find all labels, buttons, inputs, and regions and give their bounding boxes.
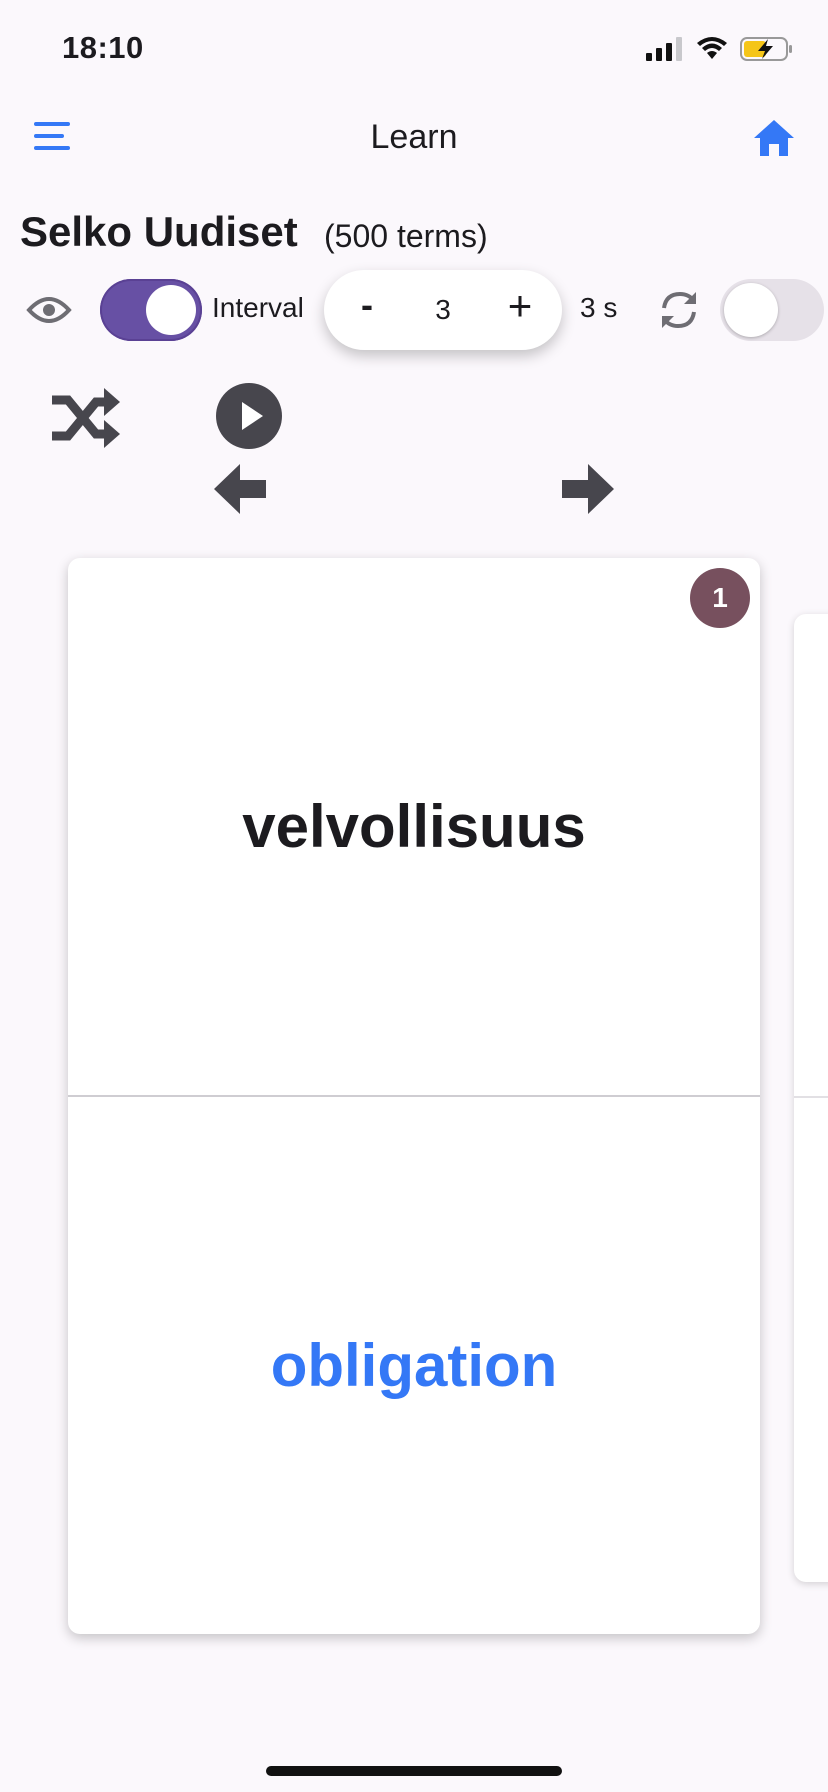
home-button[interactable]: [752, 118, 796, 158]
home-indicator: [266, 1766, 562, 1776]
wifi-icon: [697, 37, 727, 59]
repeat-toggle[interactable]: [720, 279, 824, 341]
page-title: Learn: [370, 118, 458, 156]
cellular-signal-icon: [646, 37, 682, 61]
card-front-term: velvollisuus: [242, 793, 586, 860]
status-time: 18:10: [62, 30, 144, 65]
shuffle-button[interactable]: [50, 386, 122, 450]
arrow-right-icon: [562, 464, 614, 514]
flashcard[interactable]: velvollisuus obligation 1: [68, 558, 760, 1634]
card-back-definition: obligation: [270, 1332, 558, 1399]
shuffle-icon: [52, 388, 120, 448]
arrow-left-icon: [214, 464, 266, 514]
repeat-button[interactable]: [656, 288, 702, 332]
card-index-badge: 1: [690, 568, 750, 628]
next-card-button[interactable]: [560, 462, 616, 516]
interval-seconds: 3 s: [580, 292, 618, 323]
show-answer-button[interactable]: [26, 292, 72, 328]
repeat-icon: [662, 291, 696, 329]
play-button[interactable]: [216, 383, 282, 449]
card-divider: [794, 1096, 828, 1098]
interval-stepper: - 3 +: [324, 270, 562, 350]
home-icon: [754, 120, 794, 156]
play-icon: [242, 402, 263, 430]
toggle-knob: [146, 285, 196, 335]
increment-button[interactable]: +: [500, 282, 540, 330]
battery-charging-icon: [740, 37, 792, 61]
deck-title: Selko Uudiset: [20, 208, 298, 255]
toggle-knob: [724, 283, 778, 337]
interval-label: Interval: [212, 292, 304, 323]
eye-icon: [26, 297, 72, 323]
previous-card-button[interactable]: [212, 462, 268, 516]
next-flashcard-peek[interactable]: [794, 614, 828, 1582]
deck-term-count: (500 terms): [324, 218, 488, 254]
status-icons: [646, 36, 794, 62]
interval-toggle[interactable]: [100, 279, 202, 341]
